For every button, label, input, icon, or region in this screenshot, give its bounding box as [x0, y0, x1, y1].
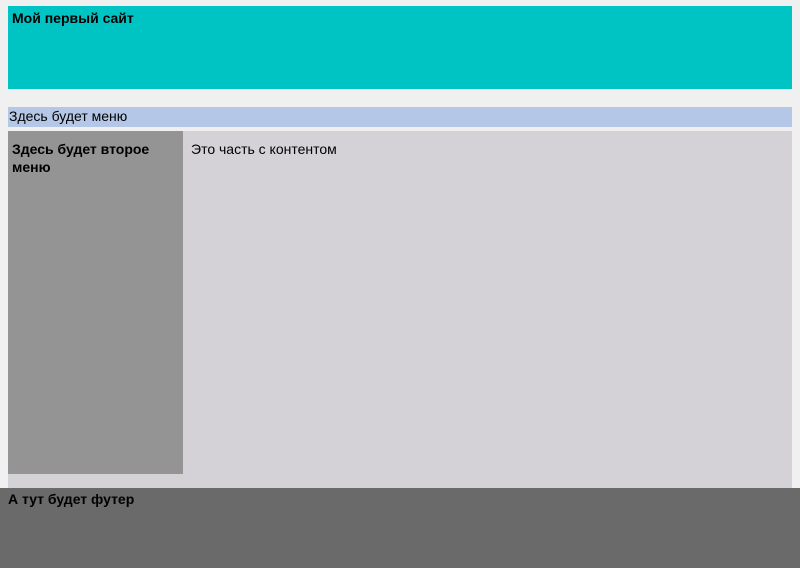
main-menu-bar[interactable]: Здесь будет меню: [8, 107, 792, 127]
footer-gap: [8, 474, 792, 488]
site-footer: А тут будет футер: [0, 488, 800, 568]
footer-text: А тут будет футер: [8, 491, 134, 507]
main-row: Здесь будет второе меню Это часть с конт…: [8, 131, 792, 474]
header-title: Мой первый сайт: [12, 10, 134, 26]
menu-label: Здесь будет меню: [9, 108, 127, 124]
sidebar-label: Здесь будет второе меню: [12, 141, 149, 175]
site-header: Мой первый сайт: [8, 6, 792, 89]
content-area: Это часть с контентом: [183, 131, 792, 474]
secondary-menu-sidebar[interactable]: Здесь будет второе меню: [8, 131, 183, 474]
content-text: Это часть с контентом: [191, 141, 337, 157]
header-gap: [8, 89, 792, 107]
